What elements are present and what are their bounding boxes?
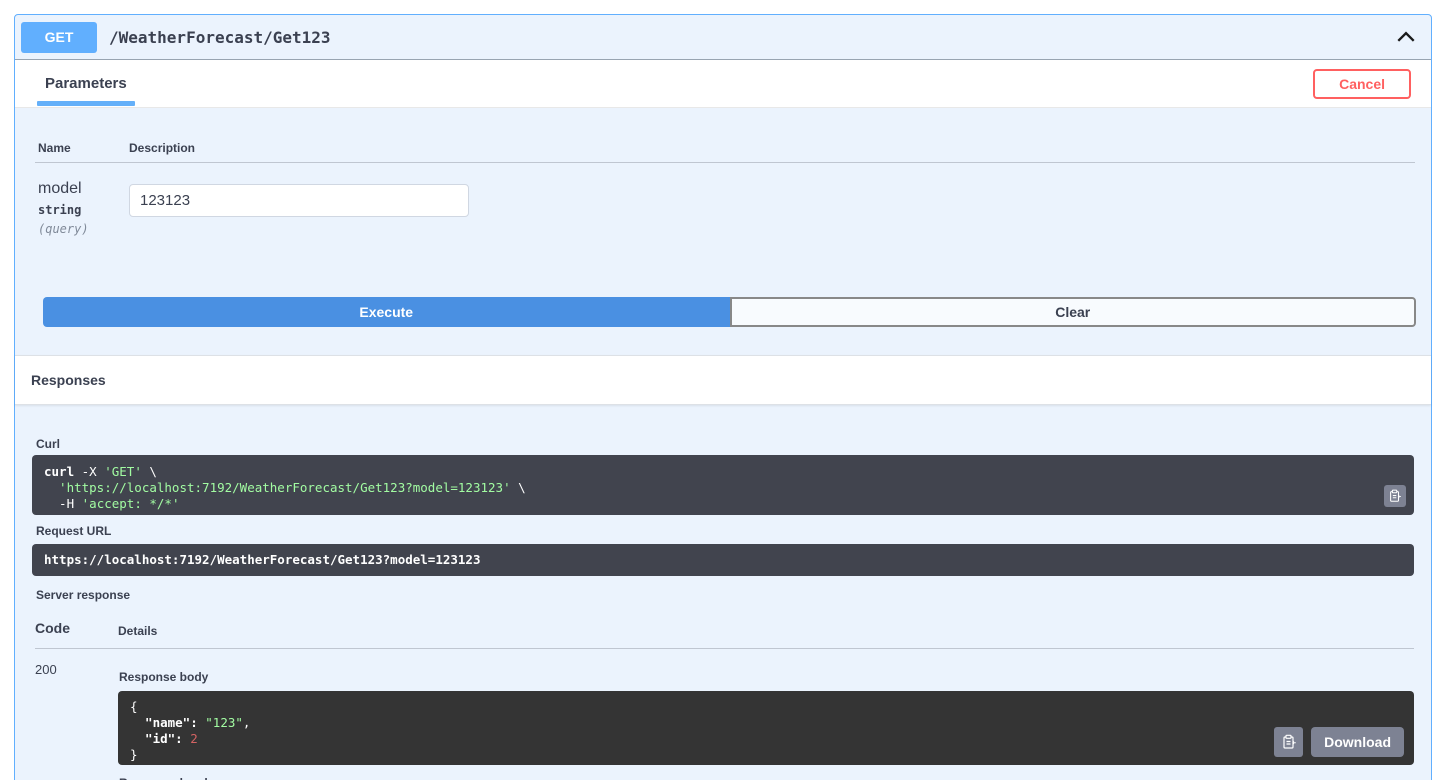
responses-body: Curl curl -X 'GET' \ 'https://localhost:… [15, 405, 1431, 780]
json-brace-close: } [130, 747, 138, 762]
clipboard-copy-icon [1281, 734, 1297, 750]
method-badge[interactable]: GET [21, 21, 97, 53]
tab-header: Parameters Cancel [15, 60, 1431, 108]
json-brace-open: { [130, 699, 138, 714]
curl-url-string: 'https://localhost:7192/WeatherForecast/… [44, 480, 511, 495]
curl-cont1: \ [141, 464, 157, 479]
response-headers-label: Response headers [119, 776, 1414, 780]
response-body-block: { "name": "123", "id": 2 } Download [118, 691, 1414, 765]
responses-title: Responses [31, 372, 106, 388]
json-value-name: "123" [205, 715, 243, 730]
curl-code-block: curl -X 'GET' \ 'https://localhost:7192/… [32, 455, 1414, 515]
clear-button[interactable]: Clear [729, 297, 1416, 327]
server-response-table-header: Code Details [35, 619, 1414, 649]
column-details: Details [118, 624, 158, 638]
json-comma: , [242, 715, 251, 730]
parameter-name: model [38, 180, 82, 197]
server-response-row: 200 Response body { "name": "123", "id":… [35, 649, 1414, 780]
execute-button[interactable]: Execute [43, 297, 730, 327]
chevron-up-icon [1395, 26, 1417, 48]
execute-bar: Execute Clear [43, 297, 1416, 327]
parameters-table-header: Name Description [35, 141, 1415, 163]
curl-method-string: 'GET' [104, 464, 142, 479]
endpoint-path: /WeatherForecast/Get123 [109, 27, 331, 47]
request-url-value: https://localhost:7192/WeatherForecast/G… [44, 552, 481, 567]
opblock-summary[interactable]: GET /WeatherForecast/Get123 [15, 15, 1431, 60]
server-response-label: Server response [36, 588, 131, 602]
curl-accept-string: 'accept: */*' [81, 496, 180, 511]
collapse-button[interactable] [1393, 24, 1419, 50]
copy-response-button[interactable] [1274, 727, 1304, 757]
curl-flag-h: -H [44, 496, 82, 511]
parameter-location: (query) [38, 222, 89, 236]
curl-cmd: curl [44, 464, 75, 479]
parameter-value-input[interactable] [129, 184, 469, 217]
request-url-label: Request URL [36, 524, 112, 538]
copy-curl-button[interactable] [1384, 485, 1406, 507]
opblock-get: GET /WeatherForecast/Get123 Parameters C… [14, 14, 1432, 780]
clipboard-copy-icon [1388, 489, 1402, 503]
curl-label: Curl [36, 437, 60, 451]
column-name: Name [38, 141, 71, 155]
curl-flag-x: -X [74, 464, 105, 479]
parameter-type: string [38, 203, 82, 217]
status-code: 200 [35, 662, 57, 677]
download-button[interactable]: Download [1311, 727, 1404, 757]
parameter-row: model string (query) [35, 163, 1415, 237]
column-code: Code [35, 620, 70, 636]
curl-cont2: \ [510, 480, 526, 495]
request-url-block: https://localhost:7192/WeatherForecast/G… [32, 544, 1414, 576]
responses-section-header: Responses [15, 355, 1431, 405]
tab-parameters[interactable]: Parameters [45, 75, 127, 92]
parameters-section: Name Description model string (query) [15, 108, 1431, 237]
active-tab-underline [37, 101, 135, 106]
cancel-button[interactable]: Cancel [1313, 68, 1411, 99]
json-key-name: "name": [130, 715, 206, 730]
response-body-label: Response body [119, 670, 209, 684]
column-description: Description [129, 141, 196, 155]
json-value-id: 2 [190, 731, 198, 746]
json-key-id: "id": [130, 731, 191, 746]
